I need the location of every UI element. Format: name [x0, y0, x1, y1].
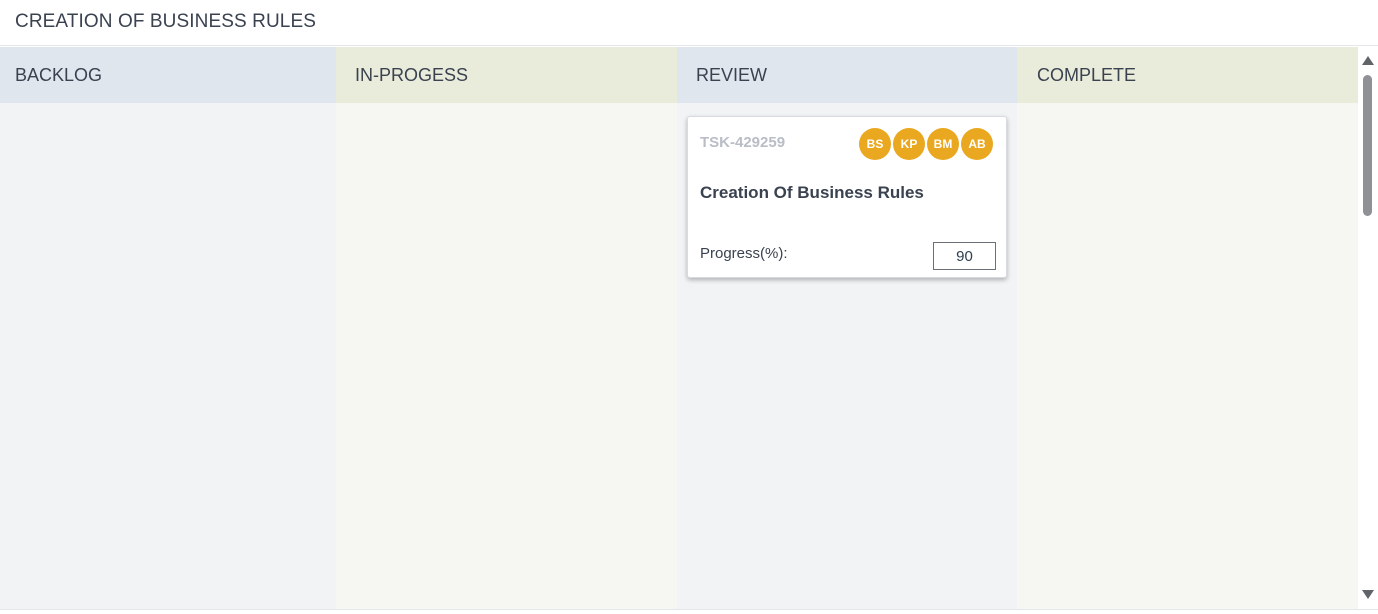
column-in-progress: IN-PROGESS — [336, 47, 677, 609]
column-header-in-progress: IN-PROGESS — [336, 47, 677, 103]
page-title: CREATION OF BUSINESS RULES — [15, 11, 317, 32]
task-name: Creation Of Business Rules — [700, 183, 924, 202]
column-review: REVIEW TSK-429259 BS KP BM AB Creation O… — [677, 47, 1017, 609]
column-complete: COMPLETE — [1017, 47, 1358, 609]
bottom-divider — [0, 609, 1378, 614]
title-bar: CREATION OF BUSINESS RULES — [0, 0, 1378, 46]
progress-input[interactable] — [933, 242, 996, 270]
scroll-down-arrow-icon[interactable] — [1362, 590, 1374, 599]
column-header-backlog: BACKLOG — [0, 47, 336, 103]
vertical-scrollbar[interactable] — [1358, 47, 1378, 609]
avatar[interactable]: AB — [961, 128, 993, 160]
avatar[interactable]: KP — [893, 128, 925, 160]
column-backlog: BACKLOG — [0, 47, 336, 609]
column-header-complete: COMPLETE — [1017, 47, 1358, 103]
avatar[interactable]: BS — [859, 128, 891, 160]
kanban-page: CREATION OF BUSINESS RULES BACKLOG IN-PR… — [0, 0, 1378, 614]
assignee-avatars: BS KP BM AB — [859, 128, 993, 160]
task-id: TSK-429259 — [700, 134, 786, 151]
scroll-up-arrow-icon[interactable] — [1362, 56, 1374, 65]
column-header-review: REVIEW — [677, 47, 1017, 103]
scrollbar-thumb[interactable] — [1363, 75, 1372, 216]
progress-label: Progress(%): — [700, 245, 788, 262]
task-card[interactable]: TSK-429259 BS KP BM AB Creation Of Busin… — [687, 116, 1007, 278]
kanban-board: BACKLOG IN-PROGESS REVIEW TSK-429259 BS … — [0, 47, 1358, 609]
avatar[interactable]: BM — [927, 128, 959, 160]
